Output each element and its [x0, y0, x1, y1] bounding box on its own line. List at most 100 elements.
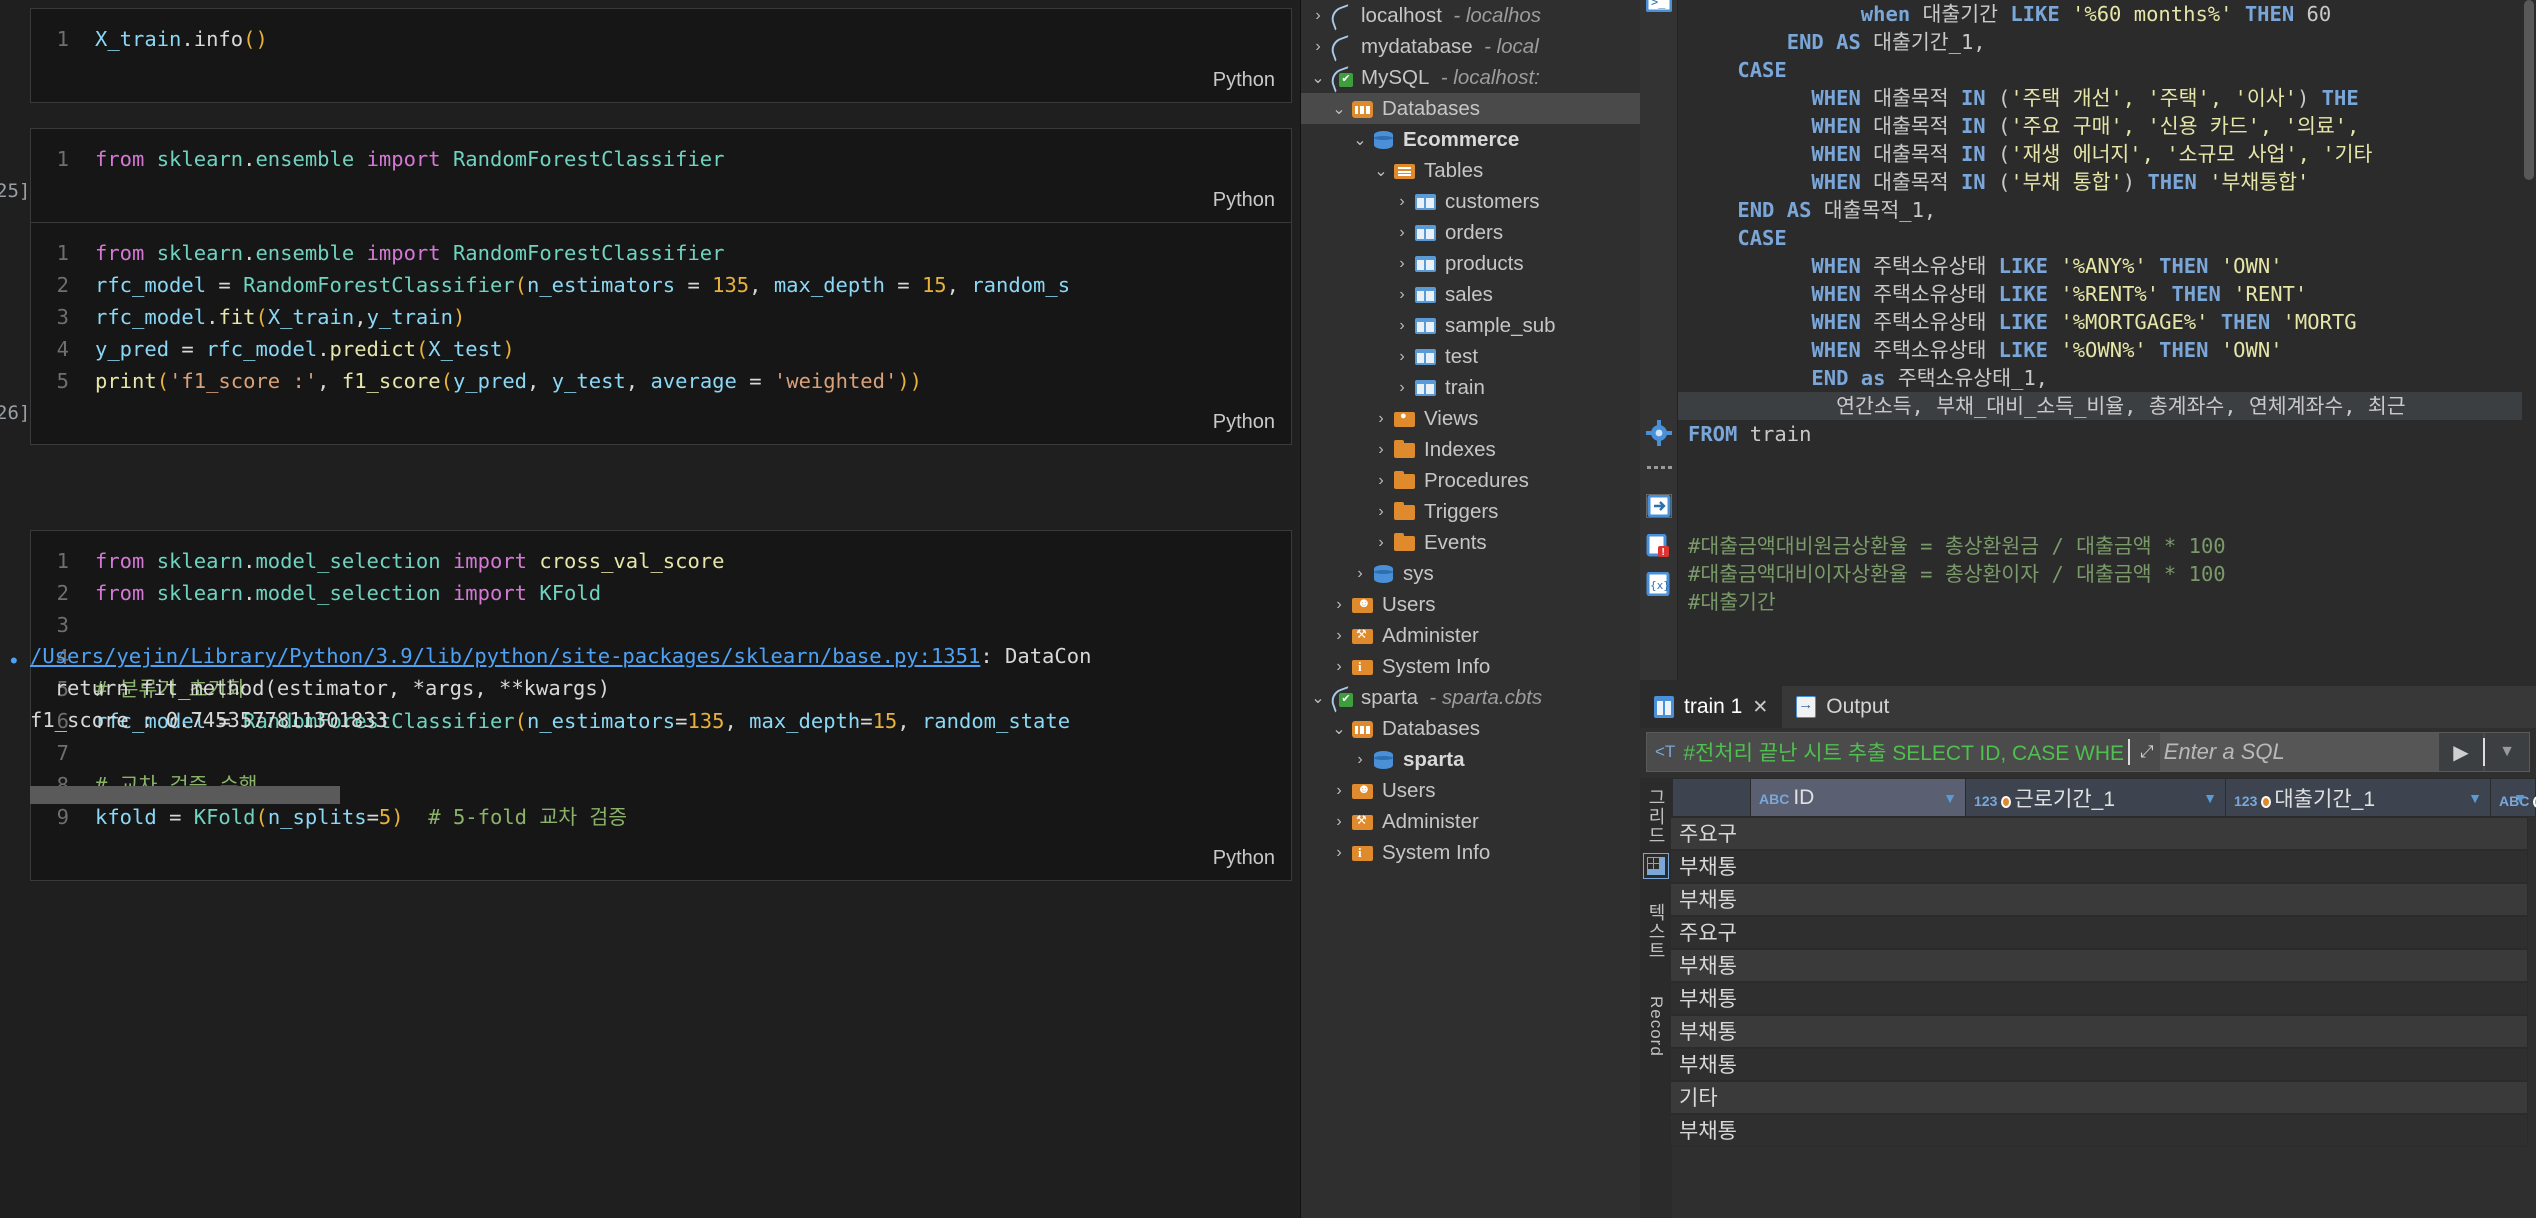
sql-query-bar[interactable]: <T #전처리 끝난 시트 추출 SELECT ID, CASE WHE ⤢ E…: [1646, 732, 2530, 772]
tree-item-customers[interactable]: › customers: [1301, 186, 1640, 217]
tree-item-administer[interactable]: › Administer: [1301, 806, 1640, 837]
notebook-cell[interactable]: 1 X_train.info() Python: [30, 8, 1292, 103]
column-header-근로기간_1[interactable]: 123 근로기간_1 ▼: [1965, 778, 2226, 817]
table-row[interactable]: 10386TRAIN_70385036부채통: [1670, 882, 2536, 916]
chevron-down-icon[interactable]: ⌄: [1307, 68, 1329, 88]
column-header-id[interactable]: ABC ID ▼: [1750, 778, 1966, 817]
notebook-cell[interactable]: 1 from sklearn.ensemble import RandomFore…: [30, 128, 1292, 223]
tree-item-users[interactable]: › Users: [1301, 775, 1640, 806]
table-cell[interactable]: 부채통: [1670, 882, 2528, 916]
table-row[interactable]: 10389TRAIN_70388360부채통: [1670, 981, 2536, 1015]
tree-item-products[interactable]: › products: [1301, 248, 1640, 279]
tree-item-events[interactable]: › Events: [1301, 527, 1640, 558]
result-tab-output[interactable]: Output: [1782, 686, 1903, 728]
tree-item-indexes[interactable]: › Indexes: [1301, 434, 1640, 465]
table-cell[interactable]: 기타: [1670, 1080, 2528, 1114]
table-header-row[interactable]: ABCID▼123근로기간_1▼123대출기간_1▼ABC대▼: [1672, 778, 2536, 817]
tree-item-test[interactable]: › test: [1301, 341, 1640, 372]
warning-source-link[interactable]: /Users/yejin/Library/Python/3.9/lib/pyth…: [30, 644, 980, 668]
chevron-right-icon[interactable]: ›: [1328, 596, 1350, 614]
chevron-right-icon[interactable]: ›: [1328, 844, 1350, 862]
chevron-right-icon[interactable]: ›: [1391, 255, 1413, 273]
cell-source[interactable]: 1 from sklearn.ensemble import RandomFore…: [31, 223, 1291, 411]
sort-filter-icon[interactable]: ▼: [2513, 790, 2527, 806]
table-cell[interactable]: 주요구: [1670, 915, 2528, 949]
grid-view-icon[interactable]: [1643, 853, 1669, 879]
chevron-right-icon[interactable]: ›: [1370, 534, 1392, 552]
tree-item-databases[interactable]: ⌄ Databases: [1301, 93, 1640, 124]
results-table[interactable]: ABCID▼123근로기간_1▼123대출기간_1▼ABC대▼ 10384TRA…: [1670, 778, 2536, 1147]
chevron-down-icon[interactable]: ⌄: [1370, 161, 1392, 181]
table-cell[interactable]: 부채통: [1670, 1014, 2528, 1048]
chevron-right-icon[interactable]: ›: [1391, 379, 1413, 397]
chevron-right-icon[interactable]: ›: [1391, 193, 1413, 211]
chevron-right-icon[interactable]: ›: [1328, 813, 1350, 831]
scrollbar-thumb[interactable]: [2524, 0, 2534, 180]
editor-vertical-toolbar[interactable]: >_ ! {x}: [1640, 0, 1678, 680]
sql-editor[interactable]: when 대출기간 LIKE '%60 months%' THEN 60 END…: [1678, 0, 2536, 672]
tree-item-train[interactable]: › train: [1301, 372, 1640, 403]
notebook-cell[interactable]: 1 from sklearn.ensemble import RandomFore…: [30, 222, 1292, 445]
chevron-right-icon[interactable]: ›: [1328, 782, 1350, 800]
cell-source[interactable]: 1 X_train.info(): [31, 9, 1291, 69]
tree-item-sparta[interactable]: ⌄ sparta - sparta.cbts: [1301, 682, 1640, 713]
tree-item-databases[interactable]: ⌄ Databases: [1301, 713, 1640, 744]
execute-query-button[interactable]: ▶: [2439, 733, 2483, 771]
chevron-right-icon[interactable]: ›: [1328, 627, 1350, 645]
row-header-corner[interactable]: [1672, 778, 1751, 817]
presentation-switcher[interactable]: 그리드 텍스트 Record: [1640, 778, 1672, 1218]
tree-item-users[interactable]: › Users: [1301, 589, 1640, 620]
table-cell[interactable]: 부채통: [1670, 849, 2528, 883]
table-row[interactable]: 10387TRAIN_703861036주요구: [1670, 915, 2536, 949]
tree-item-mysql[interactable]: ⌄ MySQL - localhost:: [1301, 62, 1640, 93]
column-header-대[interactable]: ABC대▼: [2490, 778, 2536, 817]
table-cell[interactable]: 부채통: [1670, 1047, 2528, 1081]
tree-item-system-info[interactable]: › System Info: [1301, 837, 1640, 868]
chevron-right-icon[interactable]: ›: [1370, 410, 1392, 428]
tree-item-views[interactable]: › Views: [1301, 403, 1640, 434]
table-row[interactable]: 10392TRAIN_70391260기타: [1670, 1080, 2536, 1114]
console-icon[interactable]: >_: [1645, 0, 1673, 14]
tree-item-ecommerce[interactable]: ⌄ Ecommerce: [1301, 124, 1640, 155]
database-navigator[interactable]: › localhost - localhos › mydatabase - local…: [1300, 0, 1640, 1218]
tree-item-sales[interactable]: › sales: [1301, 279, 1640, 310]
column-header-대출기간_1[interactable]: 123 대출기간_1 ▼: [2225, 778, 2491, 817]
gear-icon[interactable]: [1646, 420, 1672, 446]
table-row[interactable]: 10384TRAIN_70383460주요구: [1670, 816, 2536, 850]
chevron-right-icon[interactable]: ›: [1370, 472, 1392, 490]
table-row[interactable]: 10385TRAIN_70384036부채통: [1670, 849, 2536, 883]
chevron-down-icon[interactable]: ⌄: [1328, 719, 1350, 739]
cell-source[interactable]: 1 from sklearn.ensemble import RandomFore…: [31, 129, 1291, 189]
chevron-right-icon[interactable]: ›: [1307, 38, 1329, 56]
sort-filter-icon[interactable]: ▼: [2468, 790, 2482, 806]
chevron-right-icon[interactable]: ›: [1391, 317, 1413, 335]
expand-icon[interactable]: ⤢: [2134, 742, 2160, 762]
tree-item-sparta[interactable]: › sparta: [1301, 744, 1640, 775]
sort-filter-icon[interactable]: ▼: [2203, 790, 2217, 806]
more-options-icon[interactable]: [1646, 458, 1672, 482]
table-row[interactable]: 10391TRAIN_70390060부채통: [1670, 1047, 2536, 1081]
chevron-down-icon[interactable]: ⌄: [1349, 130, 1371, 150]
tree-item-mydatabase[interactable]: › mydatabase - local: [1301, 31, 1640, 62]
sql-input-placeholder[interactable]: Enter a SQL: [2159, 733, 2439, 771]
tree-item-procedures[interactable]: › Procedures: [1301, 465, 1640, 496]
table-row[interactable]: 10388TRAIN_703871036부채통: [1670, 948, 2536, 982]
table-cell[interactable]: 부채통: [1670, 948, 2528, 982]
error-file-icon[interactable]: !: [1646, 533, 1672, 558]
tree-item-administer[interactable]: › Administer: [1301, 620, 1640, 651]
table-cell[interactable]: 부채통: [1670, 981, 2528, 1015]
tree-item-sys[interactable]: › sys: [1301, 558, 1640, 589]
table-cell[interactable]: 부채통: [1670, 1113, 2528, 1147]
sql-editor-scrollbar[interactable]: [2522, 0, 2536, 672]
table-row[interactable]: 10393TRAIN_70392136부채통: [1670, 1113, 2536, 1147]
chevron-right-icon[interactable]: ›: [1391, 224, 1413, 242]
chevron-down-icon[interactable]: ⌄: [1307, 688, 1329, 708]
output-collapse-icon[interactable]: •: [10, 648, 18, 674]
export-data-icon[interactable]: [1646, 494, 1672, 518]
chevron-right-icon[interactable]: ›: [1349, 565, 1371, 583]
table-cell[interactable]: 주요구: [1670, 817, 2528, 850]
chevron-right-icon[interactable]: ›: [1391, 286, 1413, 304]
query-history-dropdown[interactable]: ▼: [2485, 733, 2529, 771]
chevron-right-icon[interactable]: ›: [1370, 441, 1392, 459]
database-tree[interactable]: › localhost - localhos › mydatabase - local…: [1301, 0, 1640, 868]
